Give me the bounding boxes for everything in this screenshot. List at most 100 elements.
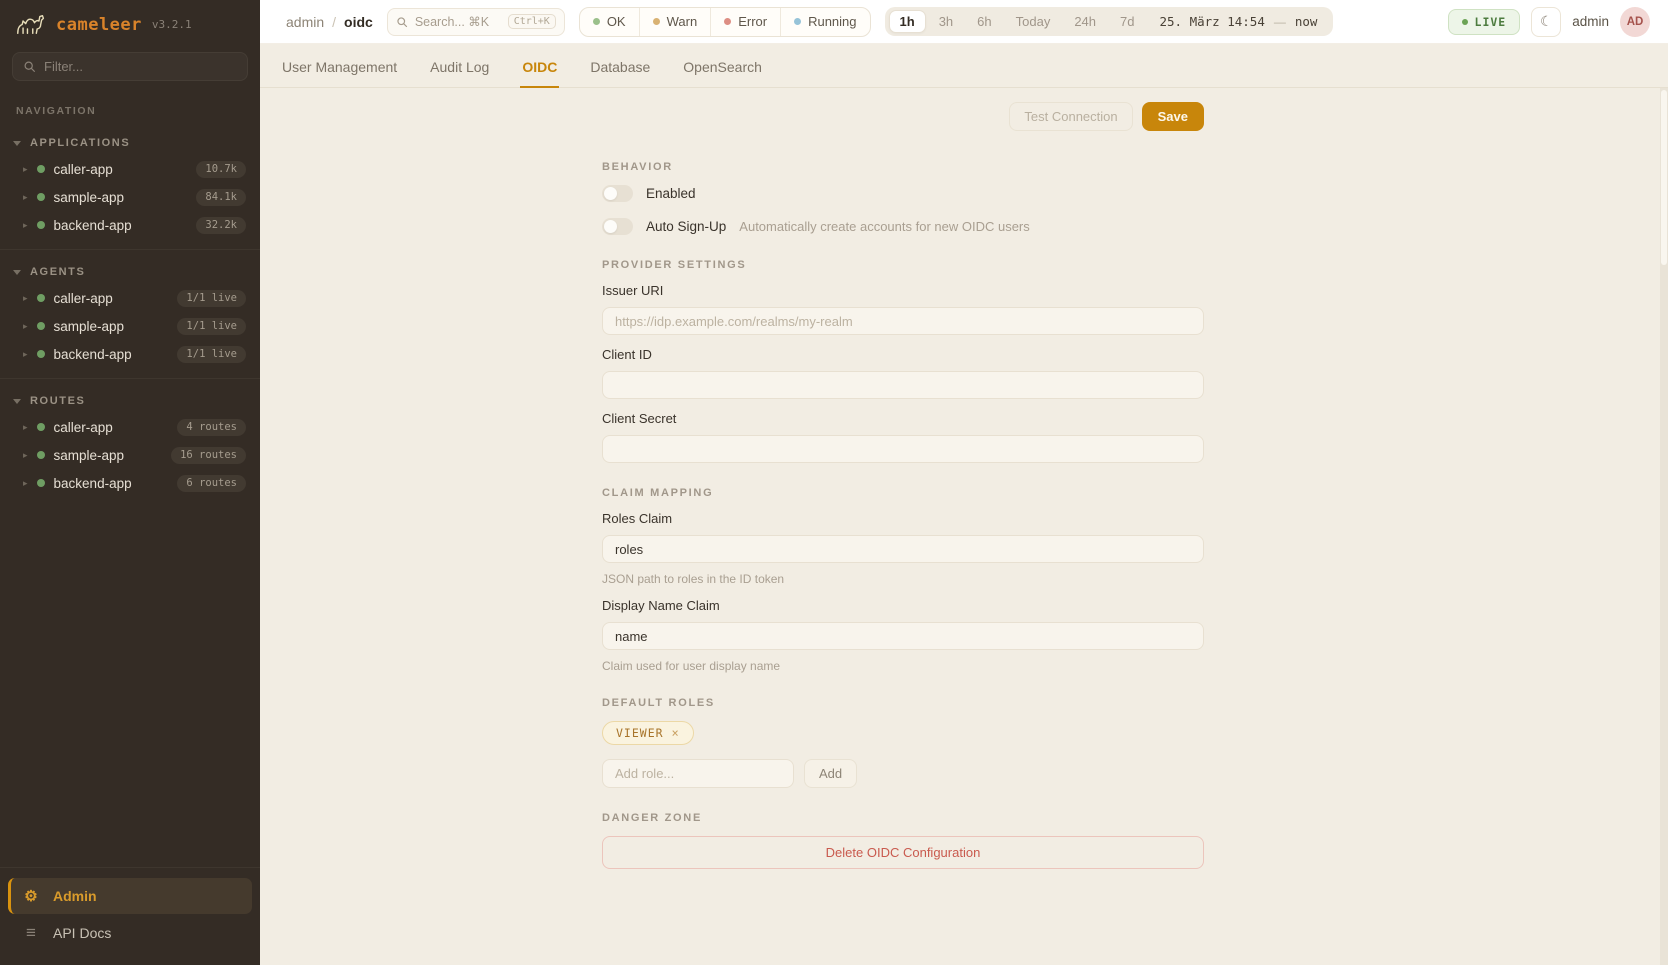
status-filter-error[interactable]: Error bbox=[711, 8, 781, 36]
close-icon[interactable]: × bbox=[672, 727, 680, 739]
issuer-uri-input[interactable] bbox=[602, 307, 1204, 335]
status-filter-running[interactable]: Running bbox=[781, 8, 869, 36]
nav-item-agents-sample-app[interactable]: ▸sample-app1/1 live bbox=[0, 312, 260, 340]
sidebar-item-admin[interactable]: ⚙ Admin bbox=[8, 878, 252, 914]
time-range-separator: — bbox=[1274, 15, 1286, 29]
nav-section-applications: APPLICATIONS ▸caller-app10.7k▸sample-app8… bbox=[0, 121, 260, 250]
sidebar-footer: ⚙ Admin ≡ API Docs bbox=[0, 867, 260, 965]
status-filter-warn[interactable]: Warn bbox=[640, 8, 712, 36]
save-button[interactable]: Save bbox=[1142, 102, 1204, 131]
status-filter-label: OK bbox=[607, 14, 626, 29]
list-icon: ≡ bbox=[22, 924, 40, 941]
nav-item-badge: 1/1 live bbox=[177, 318, 246, 335]
nav-item-badge: 32.2k bbox=[196, 217, 246, 234]
display-name-claim-input[interactable] bbox=[602, 622, 1204, 650]
scrollbar-thumb[interactable] bbox=[1661, 90, 1667, 265]
test-connection-button[interactable]: Test Connection bbox=[1009, 102, 1132, 131]
nav-item-routes-sample-app[interactable]: ▸sample-app16 routes bbox=[0, 441, 260, 469]
nav-item-routes-caller-app[interactable]: ▸caller-app4 routes bbox=[0, 413, 260, 441]
time-range-from: 25. März 14:54 bbox=[1160, 14, 1265, 29]
time-range-today[interactable]: Today bbox=[1005, 10, 1062, 33]
chevron-right-icon: ▸ bbox=[23, 451, 28, 460]
nav-item-agents-backend-app[interactable]: ▸backend-app1/1 live bbox=[0, 340, 260, 368]
toggle-enabled[interactable] bbox=[602, 185, 633, 202]
nav-item-applications-sample-app[interactable]: ▸sample-app84.1k bbox=[0, 183, 260, 211]
tab-database[interactable]: Database bbox=[588, 44, 652, 88]
tab-user-management[interactable]: User Management bbox=[280, 44, 399, 88]
theme-toggle-button[interactable]: ☾ bbox=[1531, 7, 1561, 37]
time-range-buttons: 1h3h6hToday24h7d bbox=[889, 10, 1146, 33]
add-role-button[interactable]: Add bbox=[804, 759, 857, 788]
role-chip-viewer: VIEWER × bbox=[602, 721, 694, 745]
moon-icon: ☾ bbox=[1540, 13, 1553, 30]
section-title-label: APPLICATIONS bbox=[30, 137, 130, 149]
time-range-24h[interactable]: 24h bbox=[1063, 10, 1107, 33]
client-secret-input[interactable] bbox=[602, 435, 1204, 463]
global-search[interactable]: Search... ⌘K Ctrl+K bbox=[387, 8, 565, 36]
sidebar: cameleer v3.2.1 NAVIGATION APPLICATIONS▸… bbox=[0, 0, 260, 965]
live-label: LIVE bbox=[1475, 15, 1507, 29]
oidc-form: Test Connection Save BEHAVIOR EnabledAut… bbox=[602, 88, 1204, 899]
time-range-to: now bbox=[1295, 14, 1318, 29]
app-logo: cameleer v3.2.1 bbox=[0, 0, 260, 46]
live-status-badge: LIVE bbox=[1448, 9, 1521, 35]
nav-item-badge: 1/1 live bbox=[177, 346, 246, 363]
sidebar-item-api-docs[interactable]: ≡ API Docs bbox=[8, 914, 252, 951]
avatar[interactable]: AD bbox=[1620, 7, 1650, 37]
nav-section-agents: AGENTS▸caller-app1/1 live▸sample-app1/1 … bbox=[0, 250, 260, 379]
delete-oidc-configuration-button[interactable]: Delete OIDC Configuration bbox=[602, 836, 1204, 869]
nav-item-label: sample-app bbox=[54, 448, 125, 463]
time-range-3h[interactable]: 3h bbox=[928, 10, 964, 33]
time-range-7d[interactable]: 7d bbox=[1109, 10, 1145, 33]
toggle-label: Auto Sign-Up bbox=[646, 219, 726, 234]
status-dot-icon bbox=[724, 18, 731, 25]
nav-item-agents-caller-app[interactable]: ▸caller-app1/1 live bbox=[0, 284, 260, 312]
topbar-right-cluster: LIVE ☾ admin AD bbox=[1448, 7, 1650, 37]
section-header-routes[interactable]: ROUTES bbox=[0, 387, 260, 413]
field-helper-text: JSON path to roles in the ID token bbox=[602, 572, 1204, 586]
nav-item-applications-backend-app[interactable]: ▸backend-app32.2k bbox=[0, 211, 260, 239]
toggle-row-enabled: Enabled bbox=[602, 185, 1204, 202]
nav-item-routes-backend-app[interactable]: ▸backend-app6 routes bbox=[0, 469, 260, 497]
sidebar-filter-input[interactable] bbox=[44, 59, 237, 74]
client-id-input[interactable] bbox=[602, 371, 1204, 399]
health-dot-icon bbox=[37, 350, 45, 358]
nav-item-badge: 6 routes bbox=[177, 475, 246, 492]
nav-item-label: backend-app bbox=[54, 347, 132, 362]
provider-fields: Issuer URIClient IDClient Secret bbox=[602, 283, 1204, 463]
breadcrumb: admin / oidc bbox=[286, 14, 373, 30]
chevron-right-icon: ▸ bbox=[23, 193, 28, 202]
tab-oidc[interactable]: OIDC bbox=[520, 44, 559, 88]
health-dot-icon bbox=[37, 423, 45, 431]
danger-zone-section: DANGER ZONE Delete OIDC Configuration bbox=[602, 812, 1204, 899]
roles-claim-input[interactable] bbox=[602, 535, 1204, 563]
chevron-right-icon: ▸ bbox=[23, 322, 28, 331]
behavior-section: BEHAVIOR EnabledAuto Sign-UpAutomaticall… bbox=[602, 161, 1204, 235]
chevron-right-icon: ▸ bbox=[23, 479, 28, 488]
status-filter-label: Error bbox=[738, 14, 767, 29]
section-header-agents[interactable]: AGENTS bbox=[0, 258, 260, 284]
search-icon bbox=[23, 60, 36, 73]
status-filter-ok[interactable]: OK bbox=[580, 8, 640, 36]
time-range-1h[interactable]: 1h bbox=[889, 10, 926, 33]
toggle-label: Enabled bbox=[646, 186, 696, 201]
section-header-applications[interactable]: APPLICATIONS bbox=[0, 129, 260, 155]
tab-audit-log[interactable]: Audit Log bbox=[428, 44, 491, 88]
search-shortcut-kbd: Ctrl+K bbox=[508, 14, 556, 29]
tab-opensearch[interactable]: OpenSearch bbox=[681, 44, 764, 88]
section-title-danger-zone: DANGER ZONE bbox=[602, 812, 1204, 824]
user-name: admin bbox=[1572, 14, 1609, 29]
field-helper-text: Claim used for user display name bbox=[602, 659, 1204, 673]
nav-item-applications-caller-app[interactable]: ▸caller-app10.7k bbox=[0, 155, 260, 183]
role-chip-label: VIEWER bbox=[616, 726, 664, 740]
breadcrumb-separator: / bbox=[332, 14, 336, 30]
sidebar-filter[interactable] bbox=[12, 52, 248, 81]
time-range-6h[interactable]: 6h bbox=[966, 10, 1002, 33]
breadcrumb-parent[interactable]: admin bbox=[286, 14, 324, 30]
chevron-right-icon: ▸ bbox=[23, 165, 28, 174]
field-client-id: Client ID bbox=[602, 347, 1204, 399]
add-role-input[interactable] bbox=[602, 759, 794, 788]
settings-tabs: User Management Audit Log OIDC Database Open… bbox=[260, 44, 1668, 88]
toggle-auto-sign-up[interactable] bbox=[602, 218, 633, 235]
scrollbar[interactable] bbox=[1660, 88, 1668, 965]
